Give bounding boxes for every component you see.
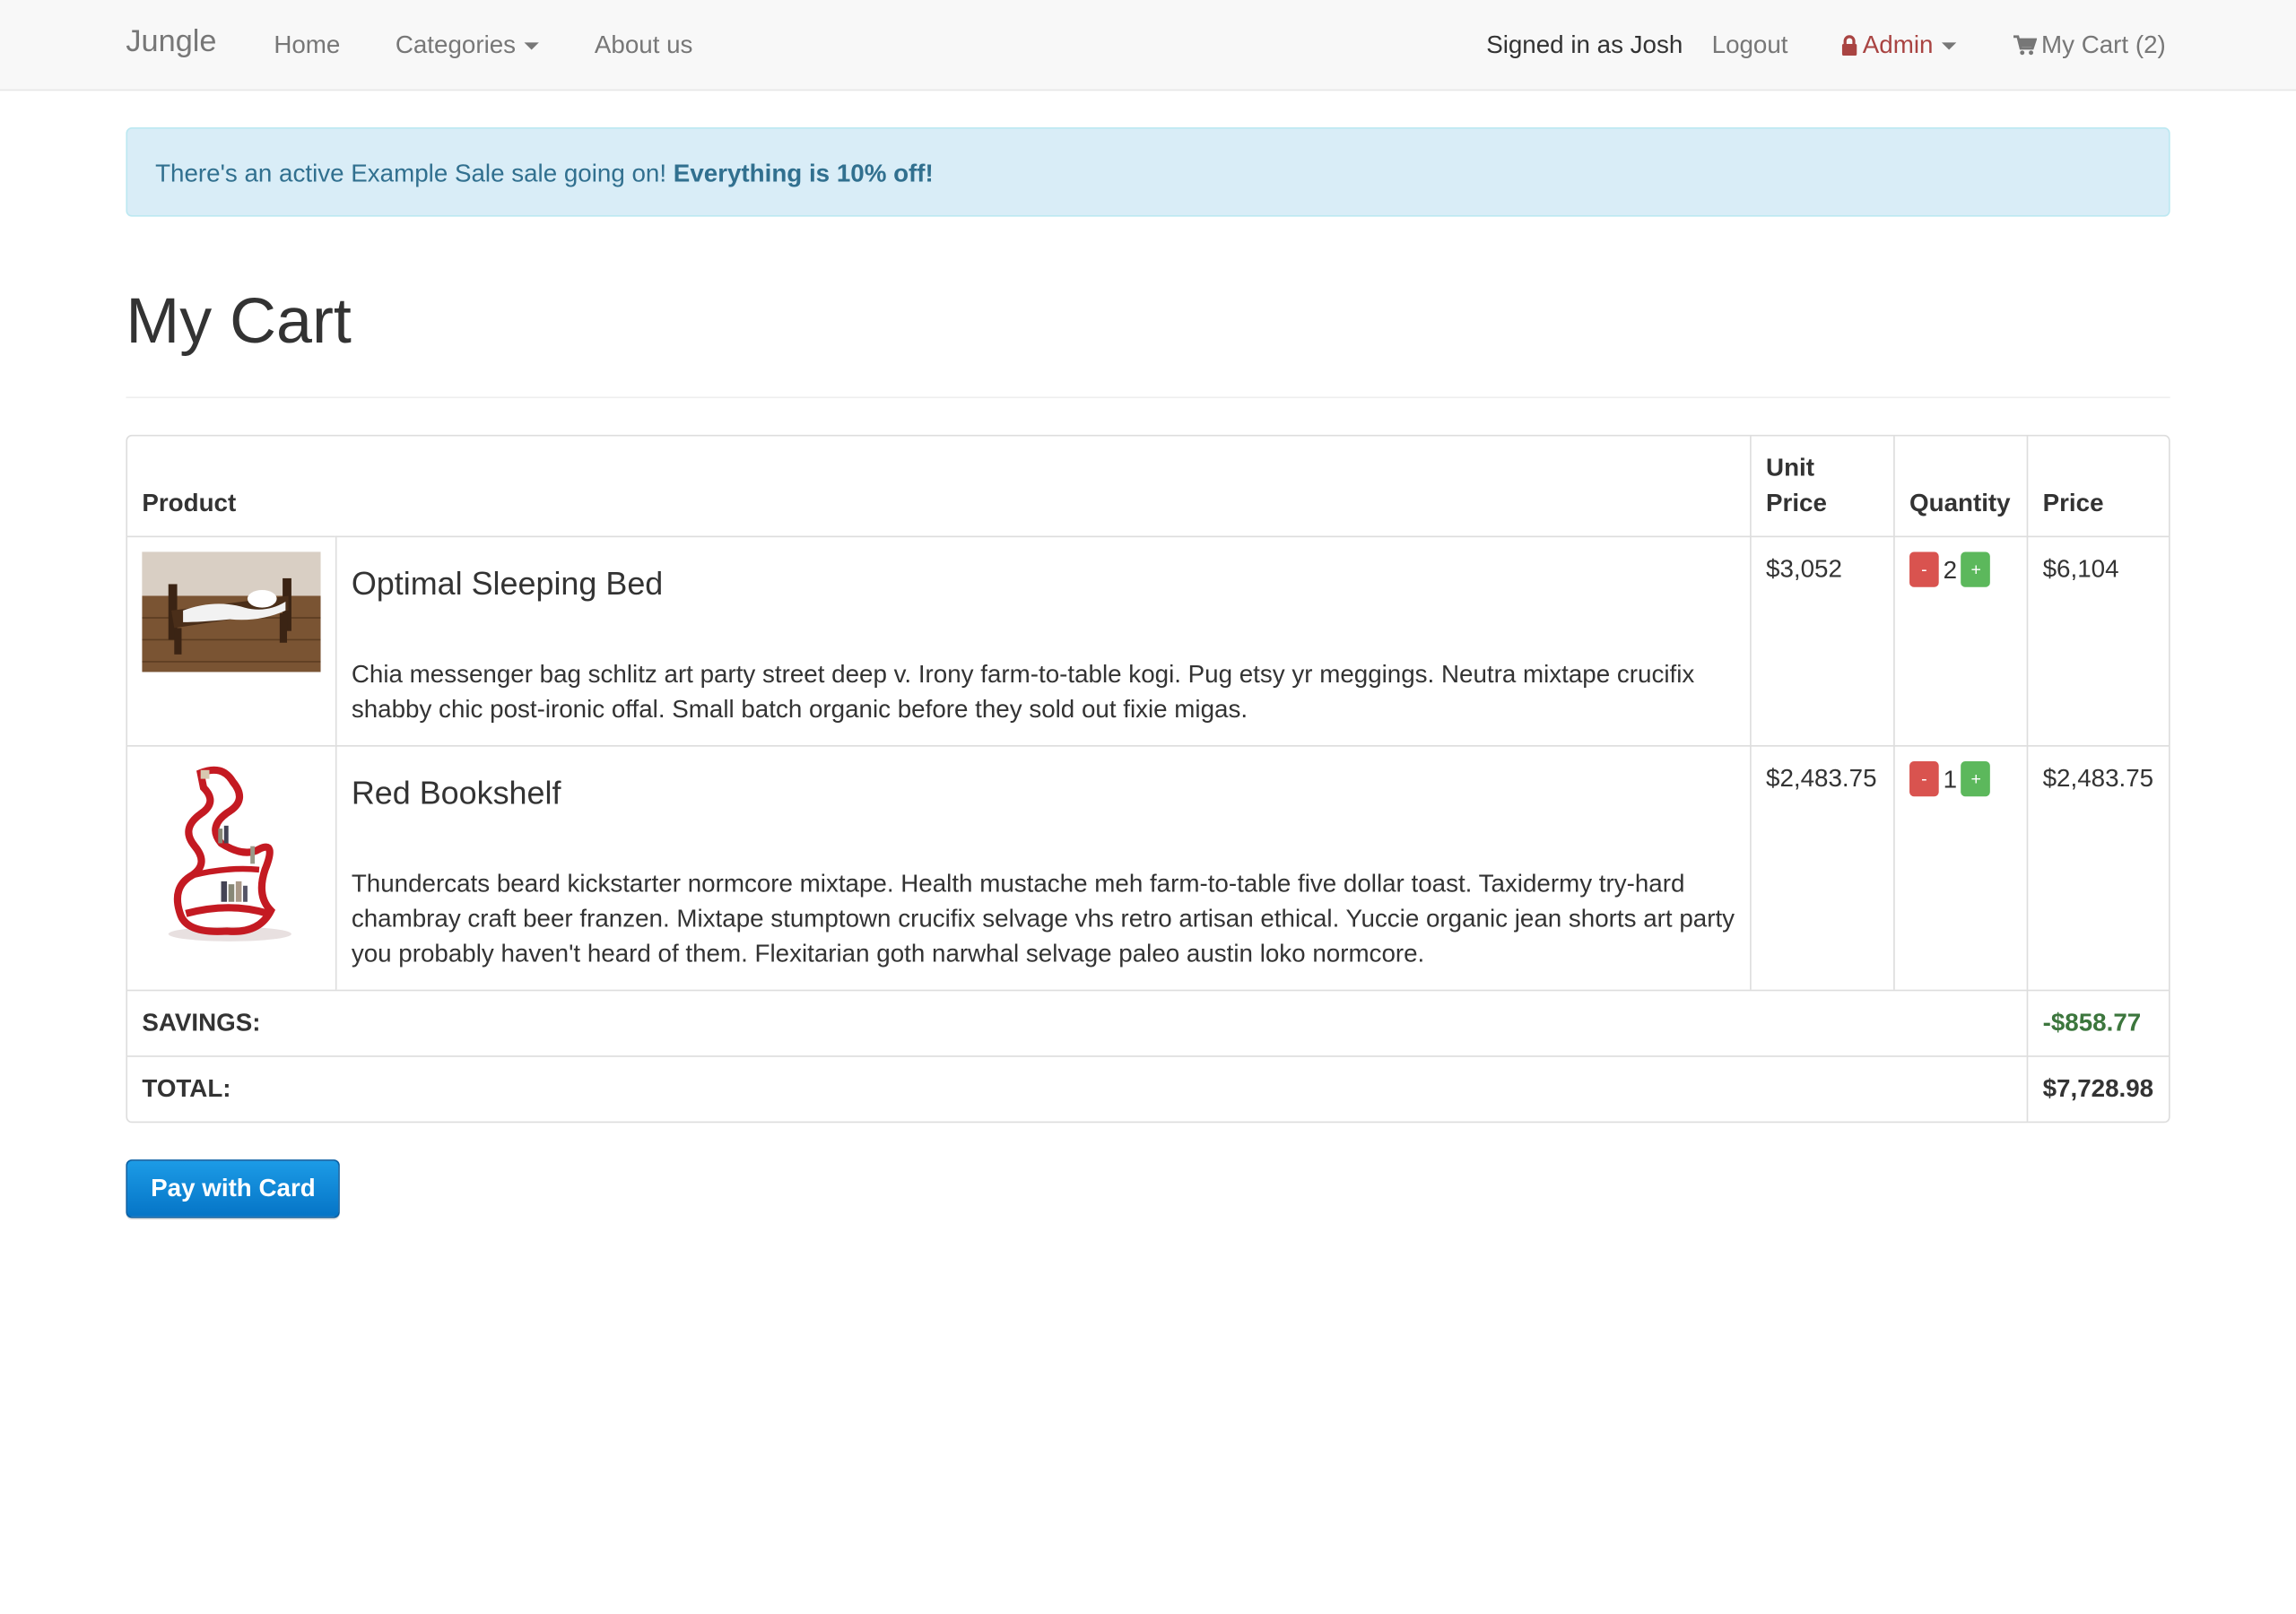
product-info-cell: Red Bookshelf Thundercats beard kickstar… [335,745,1751,990]
product-name[interactable]: Red Bookshelf [352,773,1735,814]
sale-alert-emphasis: Everything is 10% off! [673,159,934,187]
navbar: Jungle Home Categories About us Signed i… [0,0,2296,91]
product-image-cell [127,745,335,990]
total-value: $7,728.98 [2026,1055,2170,1122]
chevron-down-icon [524,42,540,50]
table-header-row: Product Unit Price Quantity Price [127,436,2169,536]
nav-home[interactable]: Home [274,30,340,60]
quantity-cell: -1 + [1893,745,2027,990]
quantity-cell: -2 + [1893,535,2027,746]
sale-alert: There's an active Example Sale sale goin… [126,127,2170,217]
pay-with-card-button[interactable]: Pay with Card [126,1159,341,1219]
bed-product-image[interactable] [142,551,321,672]
unit-price-cell: $2,483.75 [1750,745,1894,990]
header-quantity: Quantity [1893,436,2027,536]
product-description: Chia messenger bag schlitz art party str… [351,660,1695,724]
product-info-cell: Optimal Sleeping Bed Chia messenger bag … [335,535,1751,746]
decrease-quantity-button[interactable]: - [1909,551,1939,586]
savings-row: SAVINGS: -$858.77 [127,989,2170,1056]
quantity-value: 1 [1943,765,1958,794]
increase-quantity-button[interactable]: + [1961,760,1991,796]
my-cart-link[interactable]: My Cart (2) [2013,30,2166,60]
table-row: Optimal Sleeping Bed Chia messenger bag … [127,535,2170,746]
nav-categories[interactable]: Categories [395,30,540,60]
logout-link[interactable]: Logout [1712,30,1788,60]
admin-dropdown[interactable]: Admin [1840,30,1957,60]
table-row: Red Bookshelf Thundercats beard kickstar… [127,745,2170,990]
lock-icon [1841,35,1857,56]
divider [126,396,2170,399]
my-cart-label: My Cart (2) [2040,30,2166,59]
quantity-value: 2 [1943,555,1958,584]
product-description: Thundercats beard kickstarter normcore m… [351,869,1735,968]
price-cell: $6,104 [2026,535,2170,746]
header-unit-price: Unit Price [1750,436,1893,536]
cart-table: Product Unit Price Quantity Price Optima… [126,434,2170,1124]
total-label: TOTAL: [127,1055,2027,1121]
nav-categories-label: Categories [395,30,517,59]
increase-quantity-button[interactable]: + [1961,551,1991,586]
main-container: There's an active Example Sale sale goin… [126,127,2170,1219]
decrease-quantity-button[interactable]: - [1909,760,1939,796]
product-image-cell [127,535,335,745]
brand-link[interactable]: Jungle [126,25,216,60]
header-price: Price [2026,436,2169,536]
nav-about[interactable]: About us [595,30,693,60]
product-name[interactable]: Optimal Sleeping Bed [352,564,1735,605]
cart-icon [2013,35,2038,56]
unit-price-cell: $3,052 [1750,535,1894,746]
header-product: Product [142,489,237,517]
sale-alert-text: There's an active Example Sale sale goin… [155,159,667,187]
admin-label: Admin [1862,30,1934,59]
savings-label: SAVINGS: [127,989,2027,1055]
total-row: TOTAL: $7,728.98 [127,1055,2170,1122]
bookshelf-product-image[interactable] [142,761,321,943]
price-cell: $2,483.75 [2026,745,2170,990]
savings-value: -$858.77 [2026,989,2170,1056]
signed-in-text: Signed in as Josh [1486,30,1683,59]
page-title: My Cart [126,285,352,358]
chevron-down-icon [1942,42,1957,50]
